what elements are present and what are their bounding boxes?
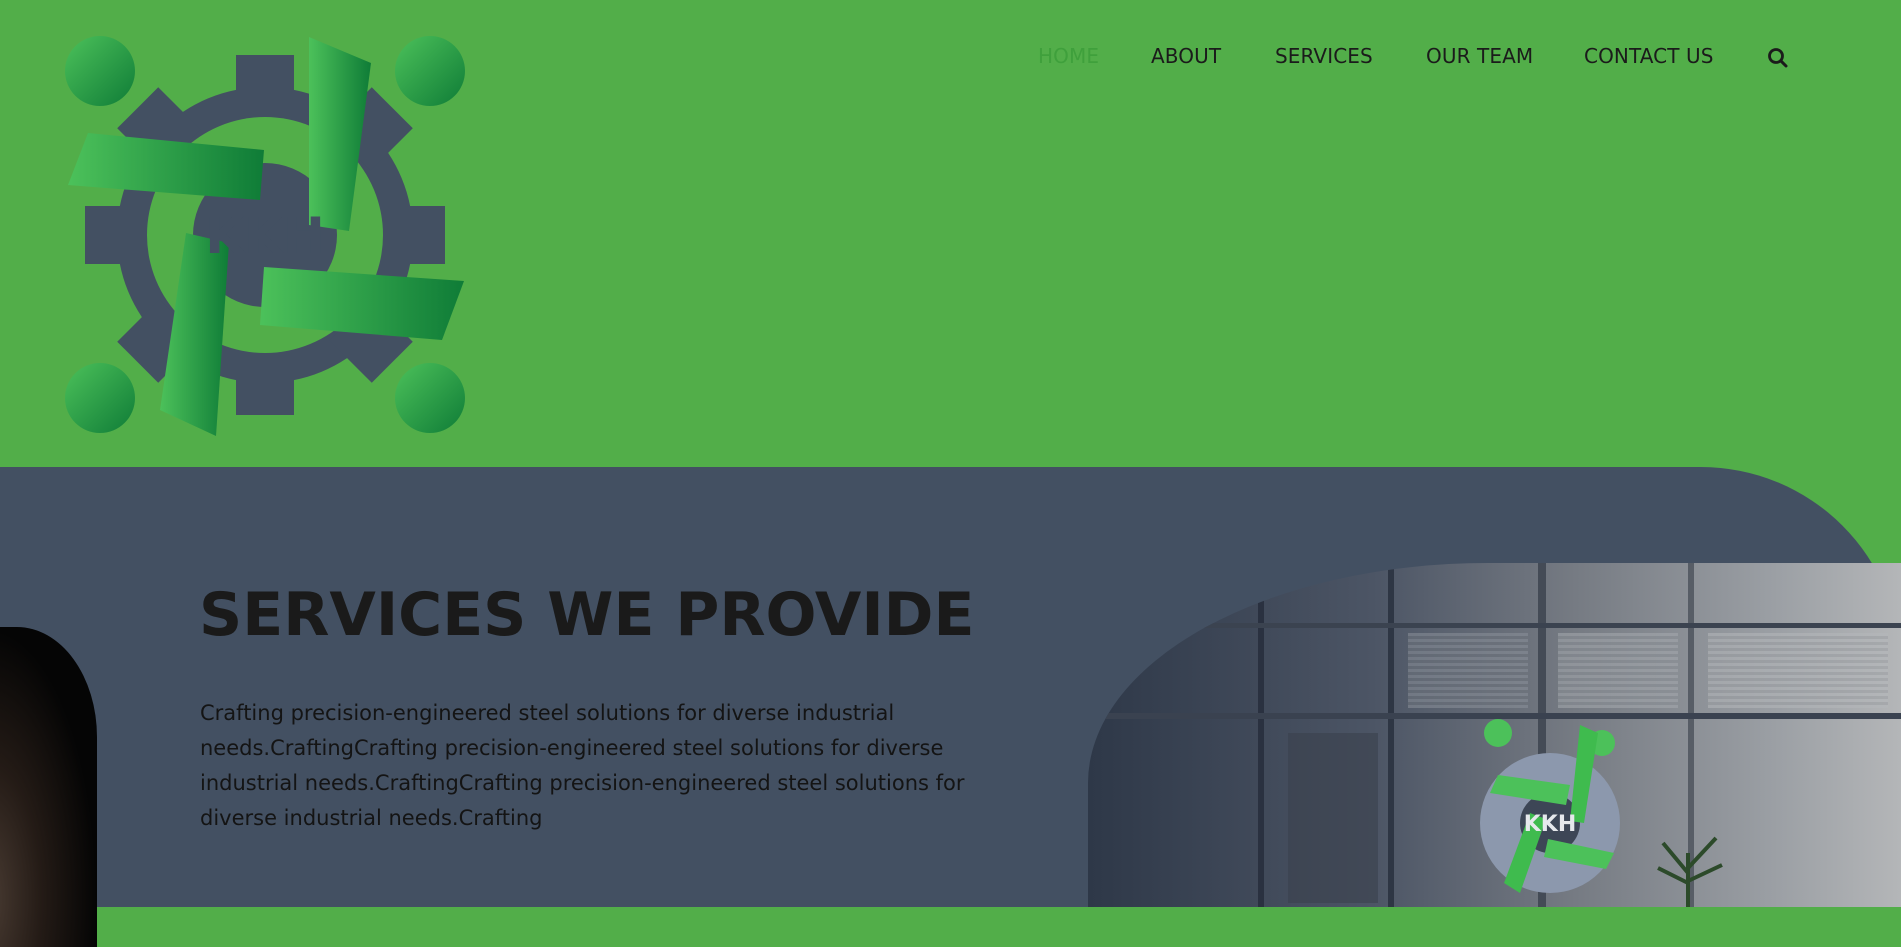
wall-logo-sign: KKH (1480, 719, 1620, 893)
window-frame (1088, 623, 1901, 628)
nav-item-about[interactable]: ABOUT (1151, 44, 1221, 68)
window-frame (1388, 563, 1394, 907)
services-section: SERVICES WE PROVIDE Crafting precision-e… (0, 467, 1901, 947)
section-description: Crafting precision-engineered steel solu… (200, 701, 965, 830)
window-blinds (1708, 633, 1888, 708)
logo-text: KKH (205, 207, 324, 265)
sign-text: KKH (1524, 812, 1577, 837)
window-frame (1258, 563, 1264, 907)
section-heading: SERVICES WE PROVIDE (199, 580, 975, 650)
window-blinds (1408, 633, 1528, 708)
kkh-logo[interactable]: KKH (64, 35, 466, 437)
search-icon[interactable] (1766, 44, 1790, 70)
plant-icon (1657, 836, 1723, 907)
office-photo: KKH (1088, 563, 1901, 907)
nav-item-our-team[interactable]: OUR TEAM (1426, 44, 1533, 68)
nav-item-home[interactable]: HOME (1038, 44, 1099, 68)
window-blinds (1558, 633, 1678, 708)
building-wall (1288, 733, 1378, 903)
nav-item-services[interactable]: SERVICES (1275, 44, 1373, 68)
left-photo (0, 627, 97, 947)
site-header: KKH HOME ABOUT SERVICES OUR TEAM CONTACT… (0, 0, 1901, 467)
nav-item-contact-us[interactable]: CONTACT US (1584, 44, 1714, 68)
